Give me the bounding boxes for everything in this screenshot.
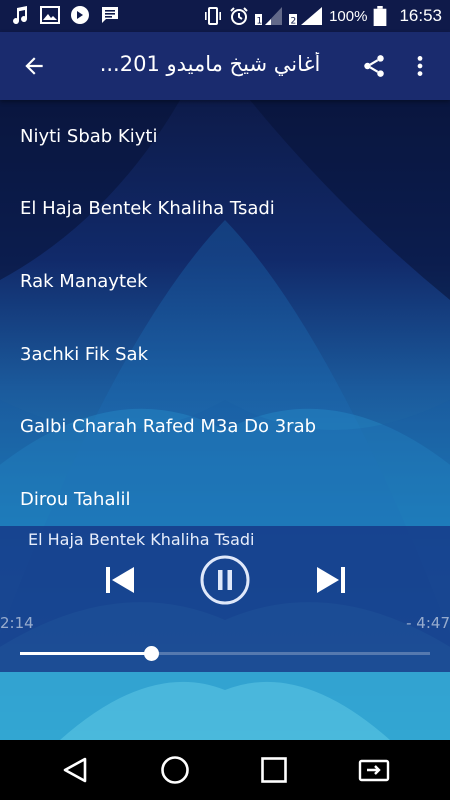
svg-text:1: 1: [257, 17, 263, 27]
play-pause-button[interactable]: [199, 554, 251, 606]
music-note-icon: [13, 6, 28, 25]
now-playing-title: El Haja Bentek Khaliha Tsadi: [28, 530, 255, 549]
clock: 16:53: [399, 6, 442, 25]
share-button[interactable]: [352, 44, 396, 88]
circle-badge-icon: [71, 6, 89, 24]
image-icon: [40, 6, 60, 24]
skip-next-icon: [317, 567, 339, 593]
back-triangle-icon: [63, 757, 87, 783]
song-list-item[interactable]: Niyti Sbab Kiyti: [0, 100, 450, 173]
page-title: أغاني شيخ ماميدو 201...: [99, 52, 321, 76]
seek-bar-thumb[interactable]: [144, 646, 160, 661]
song-list-item[interactable]: Dirou Tahalil: [0, 463, 450, 536]
home-circle-icon: [161, 756, 189, 784]
song-list-item[interactable]: 3achki Fik Sak: [0, 318, 450, 391]
overflow-menu-button[interactable]: [398, 44, 442, 88]
pause-icon: [218, 570, 232, 590]
song-title: Galbi Charah Rafed M3a Do 3rab: [20, 416, 317, 438]
song-title: Dirou Tahalil: [20, 488, 131, 510]
nav-screen-switch-button[interactable]: [352, 748, 396, 792]
previous-track-button[interactable]: [100, 560, 140, 600]
message-icon: [102, 7, 118, 23]
song-list-item[interactable]: Galbi Charah Rafed M3a Do 3rab: [0, 390, 450, 463]
next-track-button[interactable]: [311, 560, 351, 600]
system-navigation-bar: [0, 740, 450, 800]
nav-recents-button[interactable]: [252, 748, 296, 792]
seek-bar-progress: [20, 652, 152, 655]
recents-square-icon: [261, 757, 287, 783]
arrow-back-icon: [25, 57, 43, 75]
song-title: 3achki Fik Sak: [20, 343, 149, 365]
nav-home-button[interactable]: [153, 748, 197, 792]
elapsed-time: 2:14: [0, 614, 34, 632]
share-icon: [364, 55, 384, 77]
app-bar: أغاني شيخ ماميدو 201...: [0, 32, 450, 100]
back-button[interactable]: [12, 44, 56, 88]
song-list: Niyti Sbab Kiyti El Haja Bentek Khaliha …: [0, 100, 450, 536]
system-icons: 1 2 100% 16:53: [203, 4, 442, 28]
nav-back-button[interactable]: [53, 748, 97, 792]
notification-icons: [10, 5, 120, 25]
song-list-item[interactable]: Rak Manaytek: [0, 245, 450, 318]
remaining-time: - 4:47: [406, 614, 450, 632]
seek-bar[interactable]: [20, 646, 430, 661]
phone-vibrate-icon: [205, 7, 222, 25]
skip-previous-icon: [106, 567, 110, 593]
signal-sim2-icon: 2: [289, 7, 323, 27]
player-panel: El Haja Bentek Khaliha Tsadi 2:14 - 4:47: [0, 526, 450, 672]
song-title: El Haja Bentek Khaliha Tsadi: [20, 198, 275, 220]
signal-sim1-icon: 1: [255, 7, 283, 27]
song-title: Rak Manaytek: [20, 270, 148, 292]
battery-percent: 100%: [329, 7, 368, 25]
more-vert-icon: [417, 56, 423, 76]
song-list-item[interactable]: El Haja Bentek Khaliha Tsadi: [0, 173, 450, 246]
svg-text:2: 2: [291, 17, 297, 27]
battery-icon: [374, 6, 387, 26]
alarm-icon: [230, 7, 248, 25]
status-bar: 1 2 100% 16:53: [0, 0, 450, 32]
screen-switch-icon: [358, 759, 390, 782]
song-title: Niyti Sbab Kiyti: [20, 125, 158, 147]
